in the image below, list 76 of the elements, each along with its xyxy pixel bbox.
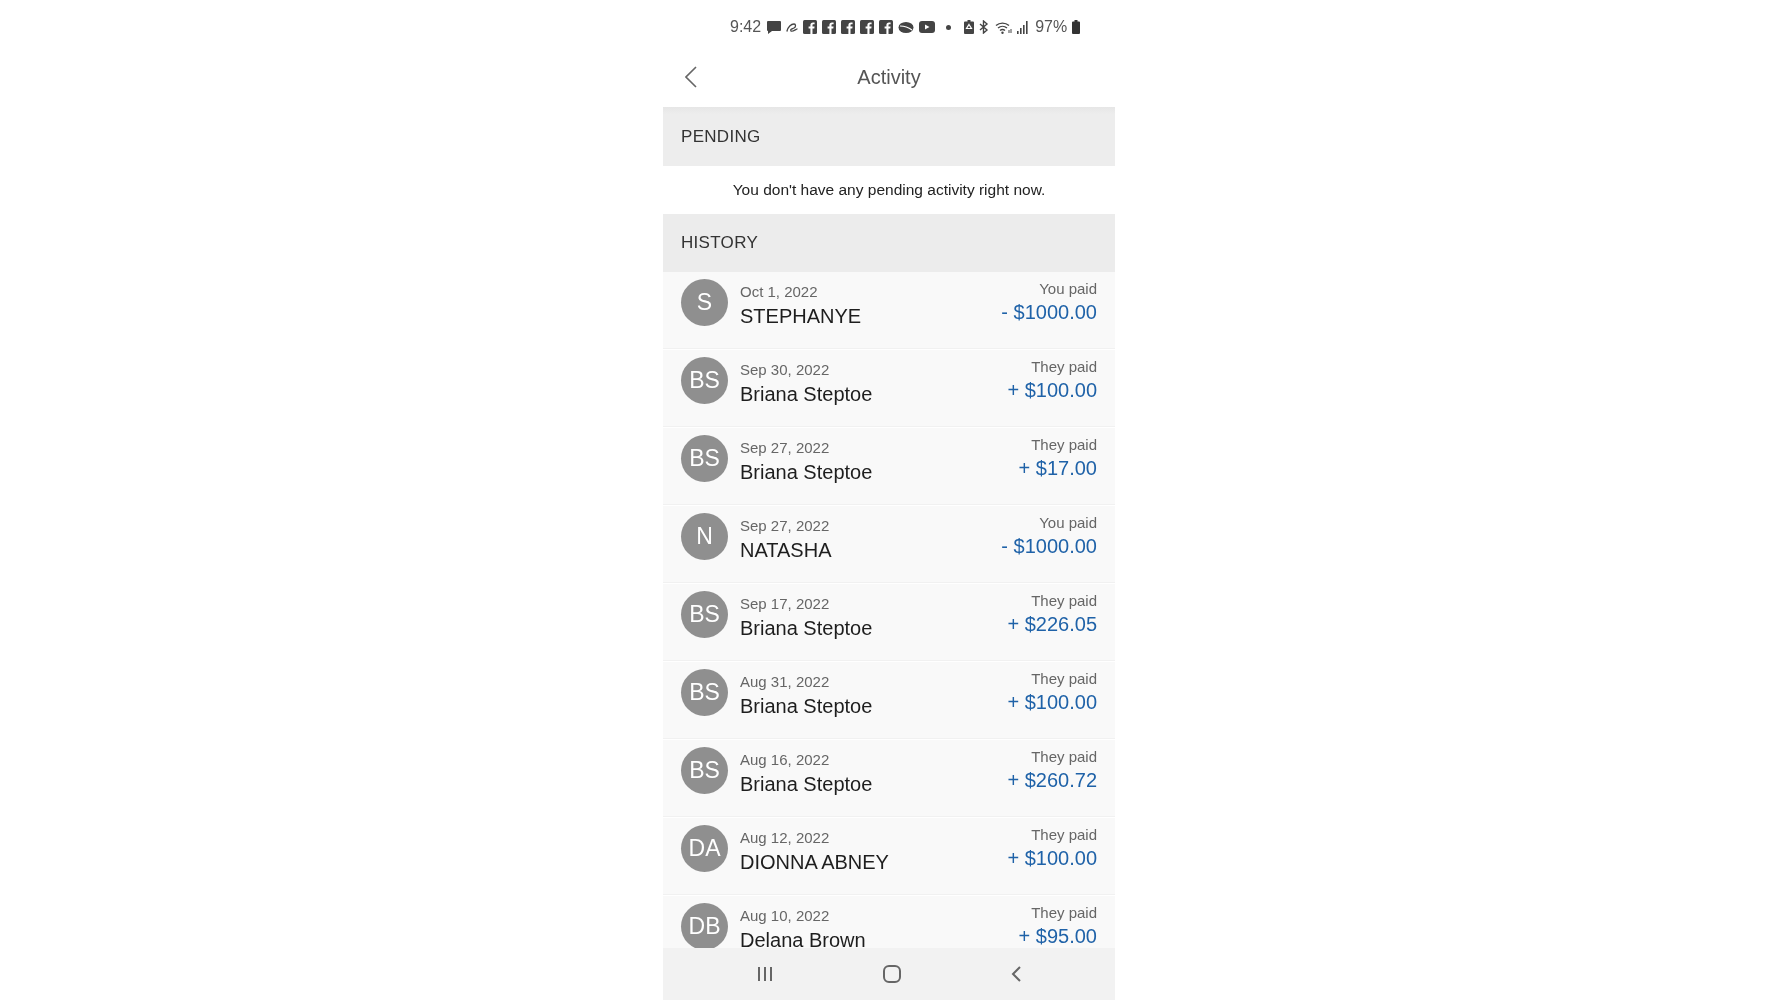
payment-amount: + $100.00 [1007,378,1097,403]
dot-icon [946,24,952,30]
payee-name: Briana Steptoe [740,616,873,641]
payment-direction: They paid [1031,435,1097,455]
transaction-row[interactable]: BS Aug 31, 2022 Briana Steptoe They paid + $100.00 [663,662,1115,740]
transaction-row[interactable]: S Oct 1, 2022 STEPHANYE You paid - $1000.00 [663,272,1115,350]
payee-name: NATASHA [740,538,832,563]
transaction-row[interactable]: BS Sep 17, 2022 Briana Steptoe They paid + $226.05 [663,584,1115,662]
transaction-date: Aug 10, 2022 [740,906,830,926]
section-title: HISTORY [681,233,759,253]
transaction-row[interactable]: BS Aug 16, 2022 Briana Steptoe They paid + $260.72 [663,740,1115,818]
screen-title: Activity [857,65,921,89]
transaction-row[interactable]: BS Sep 27, 2022 Briana Steptoe They paid + $17.00 [663,428,1115,506]
leaf-icon [898,20,915,34]
payment-direction: You paid [1039,279,1097,299]
payment-amount: + $100.00 [1007,846,1097,871]
message-icon [767,20,782,34]
payee-name: DIONNA ABNEY [740,850,889,875]
initials-avatar: BS [681,669,728,716]
payment-amount: + $100.00 [1007,690,1097,715]
battery-saver-icon [964,20,975,34]
payee-name: Briana Steptoe [740,694,873,719]
transaction-date: Aug 31, 2022 [740,672,830,692]
payment-amount: + $260.72 [1007,768,1097,793]
scribble-icon [786,22,799,32]
transaction-row[interactable]: BS Sep 30, 2022 Briana Steptoe They paid + $100.00 [663,350,1115,428]
f-tile-icon [803,20,818,34]
payee-name: Delana Brown [740,928,866,948]
payment-direction: They paid [1031,747,1097,767]
wifi-icon [995,20,1013,34]
battery-icon [1072,20,1081,34]
transaction-date: Aug 12, 2022 [740,828,830,848]
payment-amount: + $95.00 [1018,924,1097,948]
transaction-date: Sep 30, 2022 [740,360,830,380]
initials-avatar: DA [681,825,728,872]
initials-avatar: S [681,279,728,326]
payment-direction: They paid [1031,903,1097,923]
play-tile-icon [919,21,936,33]
initials-avatar: DB [681,903,728,948]
initials-avatar: BS [681,747,728,794]
payment-amount: - $1000.00 [1001,534,1097,559]
transaction-date: Sep 27, 2022 [740,516,830,536]
status-time: 9:42 [730,18,762,36]
payee-name: Briana Steptoe [740,460,873,485]
battery-percent: 97% [1035,18,1068,36]
transaction-row[interactable]: N Sep 27, 2022 NATASHA You paid - $1000.00 [663,506,1115,584]
payment-amount: - $1000.00 [1001,300,1097,325]
section-title: PENDING [681,126,761,147]
payment-direction: You paid [1039,513,1097,533]
initials-avatar: BS [681,435,728,482]
transaction-date: Sep 27, 2022 [740,438,830,458]
transaction-date: Aug 16, 2022 [740,750,830,770]
home-icon [883,965,901,983]
initials-avatar: BS [681,591,728,638]
payment-direction: They paid [1031,669,1097,689]
recent-apps-icon [757,966,773,982]
payee-name: STEPHANYE [740,304,862,329]
payment-direction: They paid [1031,825,1097,845]
back-icon [1011,966,1021,982]
f-tile-icon [841,20,856,34]
payment-direction: They paid [1031,591,1097,611]
payee-name: Briana Steptoe [740,772,873,797]
chevron-left-icon [685,66,697,88]
payment-amount: + $226.05 [1007,612,1097,637]
f-tile-icon [822,20,837,34]
payee-name: Briana Steptoe [740,382,873,407]
initials-avatar: N [681,513,728,560]
payment-amount: + $17.00 [1018,456,1097,481]
f-tile-icon [860,20,875,34]
transaction-date: Sep 17, 2022 [740,594,830,614]
payment-direction: They paid [1031,357,1097,377]
empty-message: You don't have any pending activity right now. [731,180,1047,200]
f-tile-icon [879,20,894,34]
transaction-date: Oct 1, 2022 [740,282,818,302]
signal-bars-icon [1017,20,1029,34]
initials-avatar: BS [681,357,728,404]
